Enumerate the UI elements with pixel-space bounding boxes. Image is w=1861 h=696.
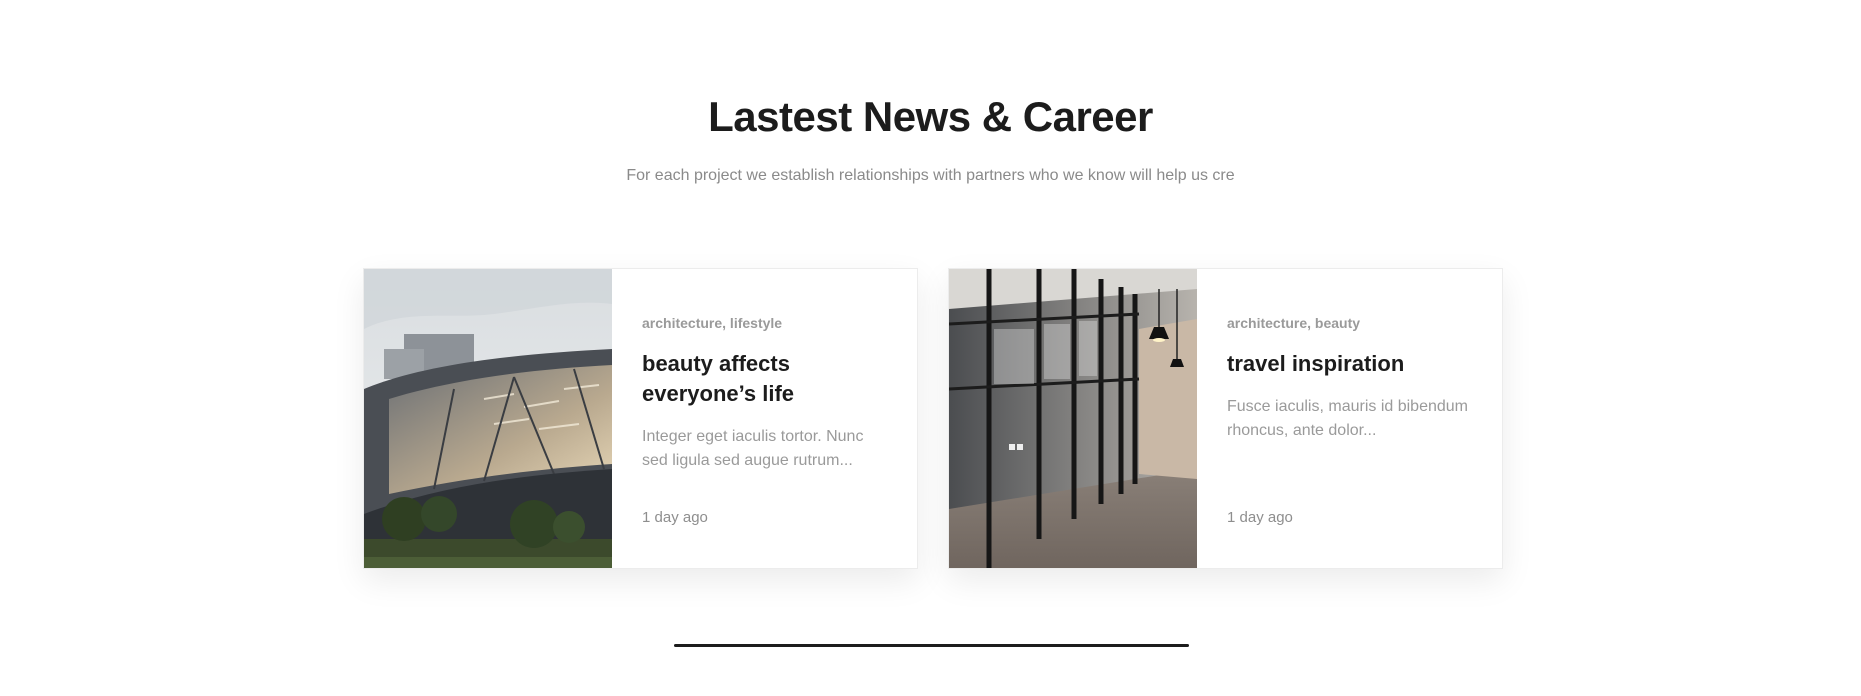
news-card[interactable]: architecture, beauty travel inspiration …: [948, 268, 1503, 569]
section-subtitle: For each project we establish relationsh…: [626, 167, 1235, 184]
card-title[interactable]: beauty affects everyone’s life: [642, 349, 887, 409]
card-body: architecture, lifestyle beauty affects e…: [612, 269, 917, 568]
building-architecture-photo[interactable]: [364, 269, 612, 568]
office-corridor-photo[interactable]: [949, 269, 1197, 568]
office-corridor-photo-svg: [949, 269, 1197, 568]
building-architecture-photo-svg: [364, 269, 612, 568]
section-divider: [674, 644, 1189, 647]
card-tags[interactable]: architecture, beauty: [1227, 315, 1472, 331]
news-card[interactable]: architecture, lifestyle beauty affects e…: [363, 268, 918, 569]
card-title[interactable]: travel inspiration: [1227, 349, 1472, 379]
card-excerpt: Integer eget iaculis tortor. Nunc sed li…: [642, 428, 864, 469]
card-tags[interactable]: architecture, lifestyle: [642, 315, 887, 331]
card-date: 1 day ago: [642, 509, 708, 526]
section-title: Lastest News & Career: [708, 93, 1153, 140]
card-excerpt: Fusce iaculis, mauris id bibendum rhoncu…: [1227, 398, 1468, 439]
news-section: Lastest News & Career For each project w…: [0, 0, 1861, 696]
card-body: architecture, beauty travel inspiration …: [1197, 269, 1502, 568]
card-date: 1 day ago: [1227, 509, 1293, 526]
